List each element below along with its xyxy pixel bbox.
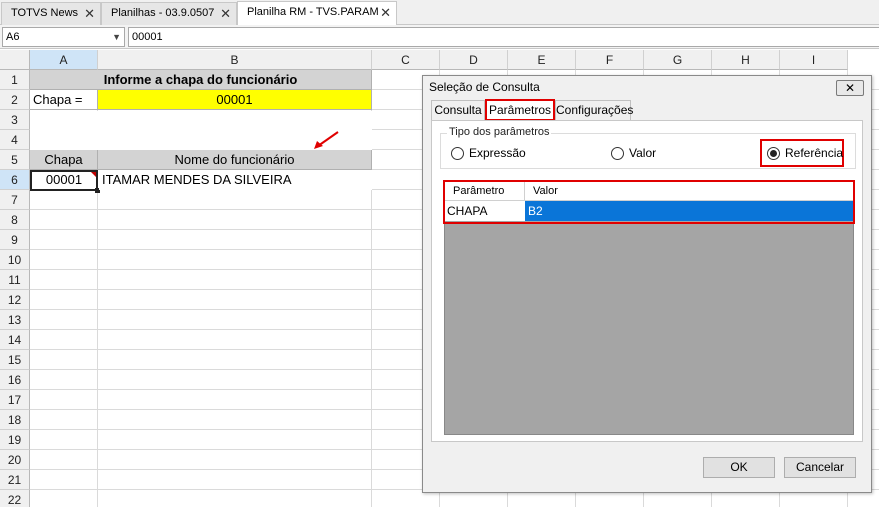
row-header-6[interactable]: 6	[0, 170, 30, 190]
column-header-e[interactable]: E	[508, 50, 576, 70]
row-header-20[interactable]: 20	[0, 450, 30, 470]
tab-label: TOTVS News	[11, 7, 79, 19]
row-header-18[interactable]: 18	[0, 410, 30, 430]
dialog-title: Seleção de Consulta	[429, 80, 540, 94]
chevron-down-icon[interactable]: ▼	[112, 28, 121, 46]
radio-checked-icon	[767, 147, 780, 161]
row-header-19[interactable]: 19	[0, 430, 30, 450]
row-header-8[interactable]: 8	[0, 210, 30, 230]
document-tab-bar: TOTVS News ✕ Planilhas - 03.9.0507 ✕ Pla…	[0, 0, 879, 25]
cell-b6[interactable]: ITAMAR MENDES DA SILVEIRA	[99, 170, 372, 190]
row-header-4[interactable]: 4	[0, 130, 30, 150]
tab-planilha-rm[interactable]: Planilha RM - TVS.PARAM ✕	[237, 1, 397, 25]
column-header-d[interactable]: D	[440, 50, 508, 70]
radio-label: Referência	[785, 146, 844, 160]
parameters-panel: Tipo dos parâmetros Expressão Valor Refe…	[431, 120, 863, 442]
row-header-22[interactable]: 22	[0, 490, 30, 507]
column-header-g[interactable]: G	[644, 50, 712, 70]
row-header-10[interactable]: 10	[0, 250, 30, 270]
tab-planilhas[interactable]: Planilhas - 03.9.0507 ✕	[101, 2, 237, 25]
cell-header-nome[interactable]: Nome do funcionário	[98, 150, 372, 170]
radio-circle-icon	[451, 147, 464, 161]
parameters-table[interactable]: Parâmetro Valor CHAPA B2	[443, 180, 855, 435]
row-header-14[interactable]: 14	[0, 330, 30, 350]
cell-header-chapa[interactable]: Chapa	[30, 150, 98, 170]
tab-label: Planilhas - 03.9.0507	[111, 7, 215, 19]
radio-valor[interactable]: Valor	[611, 146, 657, 161]
tab-label: Planilha RM - TVS.PARAM	[247, 6, 379, 18]
formula-input[interactable]: 00001	[128, 27, 879, 47]
highlight-box	[443, 180, 855, 224]
cell-title[interactable]: Informe a chapa do funcionário	[30, 70, 372, 90]
cell-a6-selected[interactable]: 00001	[30, 170, 98, 191]
cancel-button[interactable]: Cancelar	[784, 457, 856, 478]
radio-referencia[interactable]: Referência	[767, 146, 844, 161]
close-icon[interactable]: ✕	[220, 3, 231, 24]
select-all-corner[interactable]	[0, 50, 30, 70]
radio-expressao[interactable]: Expressão	[451, 146, 526, 161]
radio-label: Expressão	[469, 146, 526, 160]
column-header-h[interactable]: H	[712, 50, 780, 70]
column-header-i[interactable]: I	[780, 50, 848, 70]
parameter-type-group: Tipo dos parâmetros Expressão Valor Refe…	[440, 126, 856, 169]
row-header-17[interactable]: 17	[0, 390, 30, 410]
radio-circle-icon	[611, 147, 624, 161]
column-header-c[interactable]: C	[372, 50, 440, 70]
name-box[interactable]: A6 ▼	[2, 27, 125, 47]
close-icon[interactable]: ✕	[380, 2, 391, 23]
close-icon[interactable]: ✕	[84, 3, 95, 24]
name-box-value: A6	[6, 31, 20, 43]
cell-chapa-label[interactable]: Chapa =	[30, 90, 98, 110]
query-selection-dialog: Seleção de Consulta ✕ Consulta Parâmetro…	[422, 75, 872, 493]
row-header-2[interactable]: 2	[0, 90, 30, 110]
column-header-b[interactable]: B	[98, 50, 372, 70]
close-button[interactable]: ✕	[836, 80, 864, 96]
tab-configuracoes[interactable]: Configurações	[555, 100, 633, 120]
group-label: Tipo dos parâmetros	[447, 126, 552, 138]
cell-chapa-value[interactable]: 00001	[98, 90, 372, 110]
red-arrow-icon	[314, 131, 339, 149]
tab-consulta[interactable]: Consulta	[431, 100, 485, 120]
row-header-15[interactable]: 15	[0, 350, 30, 370]
row-header-12[interactable]: 12	[0, 290, 30, 310]
comment-indicator-icon	[91, 172, 96, 177]
row-header-7[interactable]: 7	[0, 190, 30, 210]
radio-label: Valor	[629, 146, 657, 160]
row-header-16[interactable]: 16	[0, 370, 30, 390]
row-header-1[interactable]: 1	[0, 70, 30, 90]
row-header-3[interactable]: 3	[0, 110, 30, 130]
row-header-13[interactable]: 13	[0, 310, 30, 330]
ok-button[interactable]: OK	[703, 457, 775, 478]
tab-parametros[interactable]: Parâmetros	[485, 99, 555, 121]
formula-bar: A6 ▼ 00001	[0, 25, 879, 49]
tab-totvs-news[interactable]: TOTVS News ✕	[1, 2, 101, 25]
row-header-11[interactable]: 11	[0, 270, 30, 290]
column-header-a[interactable]: A	[30, 50, 98, 70]
column-header-f[interactable]: F	[576, 50, 644, 70]
row-header-5[interactable]: 5	[0, 150, 30, 170]
row-header-9[interactable]: 9	[0, 230, 30, 250]
row-header-21[interactable]: 21	[0, 470, 30, 490]
